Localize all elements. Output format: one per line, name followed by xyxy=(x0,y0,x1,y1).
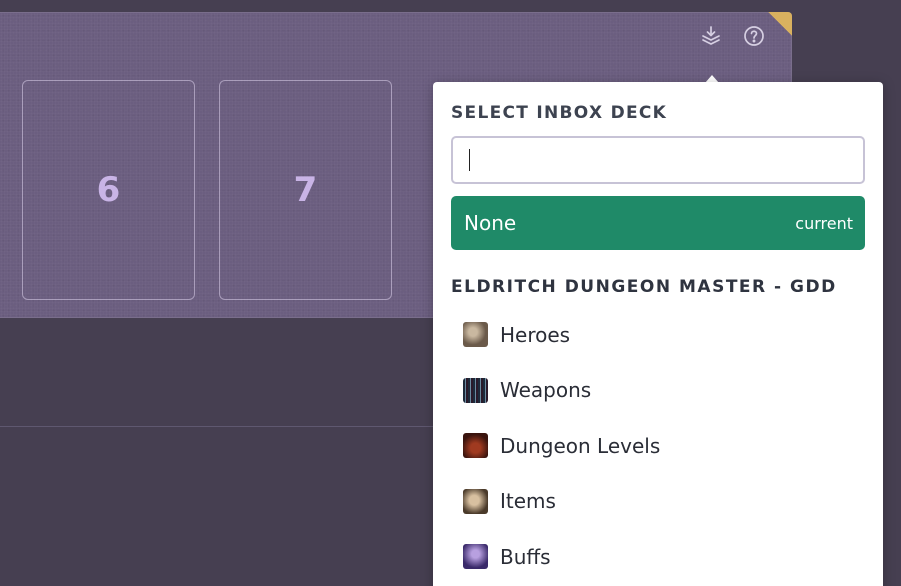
deck-thumbnail-icon xyxy=(463,377,488,403)
section-divider xyxy=(0,426,440,427)
deck-option-label: None xyxy=(464,211,517,235)
deck-group-title: ELDRITCH DUNGEON MASTER - GDD xyxy=(451,277,837,297)
deck-search-input[interactable] xyxy=(451,136,865,184)
inbox-download-icon xyxy=(702,26,720,45)
help-button[interactable] xyxy=(742,24,766,48)
deck-option-heroes[interactable]: Heroes xyxy=(451,307,865,363)
board-corner-marker xyxy=(768,12,792,36)
deck-list: Heroes Weapons Dungeon Levels Items Buff… xyxy=(451,307,865,585)
deck-thumbnail-icon xyxy=(463,433,488,459)
card-slot-number: 6 xyxy=(96,170,121,210)
deck-thumbnail-icon xyxy=(463,544,488,570)
help-circle-icon xyxy=(744,26,764,46)
deck-option-label: Items xyxy=(500,489,556,514)
card-slot[interactable]: 6 xyxy=(22,80,195,300)
text-caret xyxy=(469,149,470,171)
deck-option-label: Buffs xyxy=(500,544,551,569)
deck-option-label: Dungeon Levels xyxy=(500,433,661,458)
select-inbox-deck-popover: SELECT INBOX DECK None current ELDRITCH … xyxy=(433,82,883,586)
current-badge: current xyxy=(795,213,853,233)
popover-title: SELECT INBOX DECK xyxy=(451,103,668,123)
deck-option-label: Heroes xyxy=(500,322,571,347)
deck-option-buffs[interactable]: Buffs xyxy=(451,529,865,585)
deck-option-dungeon-levels[interactable]: Dungeon Levels xyxy=(451,418,865,474)
deck-option-weapons[interactable]: Weapons xyxy=(451,363,865,419)
inbox-deck-button[interactable] xyxy=(699,24,723,48)
deck-option-label: Weapons xyxy=(500,378,592,403)
deck-option-items[interactable]: Items xyxy=(451,474,865,530)
deck-thumbnail-icon xyxy=(463,322,488,348)
card-slot-number: 7 xyxy=(293,170,318,210)
deck-thumbnail-icon xyxy=(463,488,488,514)
deck-option-none[interactable]: None current xyxy=(451,196,865,250)
card-slot[interactable]: 7 xyxy=(219,80,392,300)
